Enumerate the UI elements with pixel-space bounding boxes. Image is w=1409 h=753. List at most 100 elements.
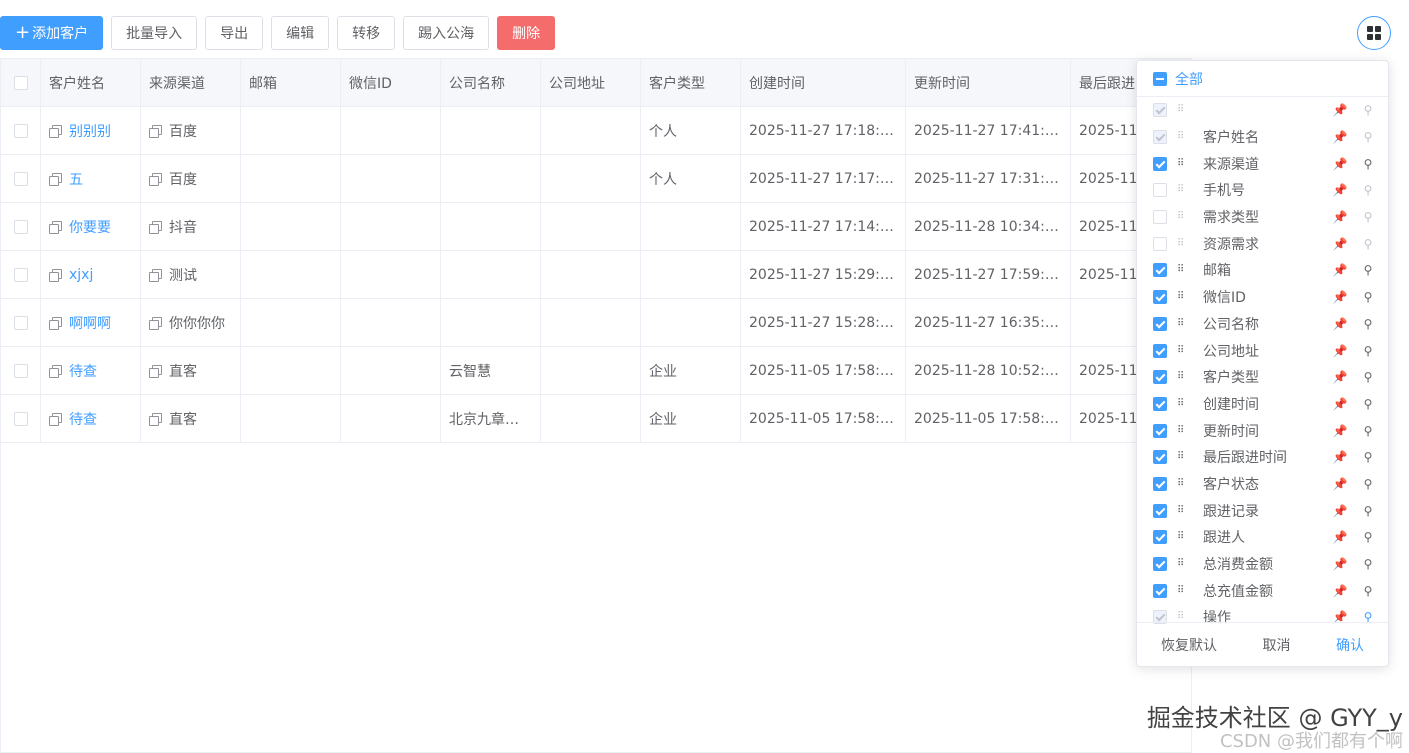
- cell-name-text[interactable]: 待查: [69, 361, 97, 381]
- copy-icon[interactable]: [149, 125, 162, 138]
- column-option[interactable]: ⠿ 总消费金额 📌 ⚲: [1137, 551, 1388, 578]
- pin-left-icon[interactable]: 📌: [1332, 210, 1348, 224]
- column-option[interactable]: ⠿ 微信ID 📌 ⚲: [1137, 284, 1388, 311]
- row-checkbox[interactable]: [13, 124, 28, 138]
- drag-handle-icon[interactable]: ⠿: [1177, 559, 1189, 569]
- column-option[interactable]: ⠿ 需求类型 📌 ⚲: [1137, 204, 1388, 231]
- pin-left-icon[interactable]: 📌: [1332, 584, 1348, 598]
- row-checkbox[interactable]: [13, 172, 28, 186]
- drag-handle-icon[interactable]: ⠿: [1177, 425, 1189, 436]
- select-all-columns-checkbox[interactable]: [1153, 71, 1167, 86]
- copy-icon[interactable]: [149, 221, 162, 234]
- column-checkbox[interactable]: [1153, 263, 1167, 278]
- copy-icon[interactable]: [49, 173, 62, 186]
- confirm-button[interactable]: 确认: [1336, 635, 1364, 655]
- pin-left-icon[interactable]: 📌: [1332, 103, 1348, 117]
- row-checkbox[interactable]: [13, 220, 28, 234]
- drag-handle-icon[interactable]: ⠿: [1177, 265, 1189, 275]
- drag-handle-icon[interactable]: ⠿: [1177, 452, 1189, 462]
- copy-icon[interactable]: [149, 365, 162, 378]
- pin-left-icon[interactable]: 📌: [1332, 290, 1348, 304]
- cell-name-text[interactable]: 啊啊啊: [69, 313, 111, 333]
- pin-left-icon[interactable]: 📌: [1332, 237, 1348, 251]
- pin-right-icon[interactable]: ⚲: [1360, 530, 1376, 544]
- pin-right-icon[interactable]: ⚲: [1360, 504, 1376, 518]
- column-checkbox[interactable]: [1153, 236, 1167, 251]
- row-checkbox[interactable]: [13, 364, 28, 378]
- pin-right-icon[interactable]: ⚲: [1360, 290, 1376, 304]
- column-checkbox[interactable]: [1153, 130, 1167, 145]
- column-settings-button[interactable]: [1357, 16, 1391, 50]
- cell-name-text[interactable]: 待查: [69, 409, 97, 429]
- column-option[interactable]: ⠿ 公司地址 📌 ⚲: [1137, 337, 1388, 364]
- drag-handle-icon[interactable]: ⠿: [1177, 505, 1189, 516]
- copy-icon[interactable]: [49, 317, 62, 330]
- pin-left-icon[interactable]: 📌: [1332, 504, 1348, 518]
- copy-icon[interactable]: [49, 413, 62, 426]
- column-option[interactable]: ⠿ 最后跟进时间 📌 ⚲: [1137, 444, 1388, 471]
- drag-handle-icon[interactable]: ⠿: [1177, 398, 1189, 409]
- column-checkbox[interactable]: [1153, 210, 1167, 225]
- column-checkbox[interactable]: [1153, 396, 1167, 411]
- row-checkbox[interactable]: [13, 412, 28, 426]
- pin-right-icon[interactable]: ⚲: [1360, 237, 1376, 251]
- pin-right-icon[interactable]: ⚲: [1360, 210, 1376, 224]
- column-option[interactable]: ⠿ 📌 ⚲: [1137, 97, 1388, 124]
- column-checkbox[interactable]: [1153, 530, 1167, 545]
- column-checkbox[interactable]: [1153, 183, 1167, 198]
- pin-left-icon[interactable]: 📌: [1332, 450, 1348, 464]
- copy-icon[interactable]: [149, 413, 162, 426]
- pin-left-icon[interactable]: 📌: [1332, 530, 1348, 544]
- drag-handle-icon[interactable]: ⠿: [1177, 612, 1189, 622]
- column-option[interactable]: ⠿ 邮箱 📌 ⚲: [1137, 257, 1388, 284]
- drag-handle-icon[interactable]: ⠿: [1177, 585, 1189, 596]
- edit-button[interactable]: 编辑: [271, 16, 330, 50]
- drag-handle-icon[interactable]: ⠿: [1177, 212, 1189, 222]
- pin-right-icon[interactable]: ⚲: [1360, 317, 1376, 331]
- column-checkbox[interactable]: [1153, 343, 1167, 358]
- drag-handle-icon[interactable]: ⠿: [1177, 292, 1189, 302]
- drag-handle-icon[interactable]: ⠿: [1177, 372, 1189, 382]
- drag-handle-icon[interactable]: ⠿: [1177, 105, 1189, 115]
- copy-icon[interactable]: [49, 365, 62, 378]
- column-option[interactable]: ⠿ 客户姓名 📌 ⚲: [1137, 124, 1388, 151]
- pin-right-icon[interactable]: ⚲: [1360, 183, 1376, 197]
- column-checkbox[interactable]: [1153, 156, 1167, 171]
- column-option[interactable]: ⠿ 客户状态 📌 ⚲: [1137, 471, 1388, 498]
- column-option[interactable]: ⠿ 创建时间 📌 ⚲: [1137, 391, 1388, 418]
- column-checkbox[interactable]: [1153, 476, 1167, 491]
- column-option[interactable]: ⠿ 跟进记录 📌 ⚲: [1137, 497, 1388, 524]
- copy-icon[interactable]: [149, 173, 162, 186]
- drag-handle-icon[interactable]: ⠿: [1177, 132, 1189, 142]
- pin-left-icon[interactable]: 📌: [1332, 130, 1348, 144]
- delete-button[interactable]: 删除: [497, 16, 556, 50]
- pin-right-icon[interactable]: ⚲: [1360, 370, 1376, 384]
- column-checkbox[interactable]: [1153, 583, 1167, 598]
- export-button[interactable]: 导出: [205, 16, 264, 50]
- copy-icon[interactable]: [149, 317, 162, 330]
- cell-name-text[interactable]: 五: [69, 169, 83, 189]
- pin-left-icon[interactable]: 📌: [1332, 477, 1348, 491]
- select-all-checkbox[interactable]: [13, 76, 28, 90]
- drag-handle-icon[interactable]: ⠿: [1177, 345, 1189, 356]
- drag-handle-icon[interactable]: ⠿: [1177, 238, 1189, 249]
- reset-default-button[interactable]: 恢复默认: [1161, 635, 1217, 655]
- cell-name-text[interactable]: 别别别: [69, 121, 111, 141]
- column-option[interactable]: ⠿ 总充值金额 📌 ⚲: [1137, 577, 1388, 604]
- drag-handle-icon[interactable]: ⠿: [1177, 478, 1189, 489]
- column-checkbox[interactable]: [1153, 370, 1167, 385]
- pin-right-icon[interactable]: ⚲: [1360, 157, 1376, 171]
- column-checkbox[interactable]: [1153, 290, 1167, 305]
- pin-left-icon[interactable]: 📌: [1332, 424, 1348, 438]
- column-option[interactable]: ⠿ 更新时间 📌 ⚲: [1137, 417, 1388, 444]
- column-option[interactable]: ⠿ 手机号 📌 ⚲: [1137, 177, 1388, 204]
- pin-right-icon[interactable]: ⚲: [1360, 477, 1376, 491]
- row-checkbox[interactable]: [13, 268, 28, 282]
- column-checkbox[interactable]: [1153, 557, 1167, 572]
- pin-left-icon[interactable]: 📌: [1332, 370, 1348, 384]
- pin-right-icon[interactable]: ⚲: [1360, 397, 1376, 411]
- pin-left-icon[interactable]: 📌: [1332, 317, 1348, 331]
- column-checkbox[interactable]: [1153, 316, 1167, 331]
- column-checkbox[interactable]: [1153, 503, 1167, 518]
- cell-name-text[interactable]: xjxj: [69, 267, 93, 283]
